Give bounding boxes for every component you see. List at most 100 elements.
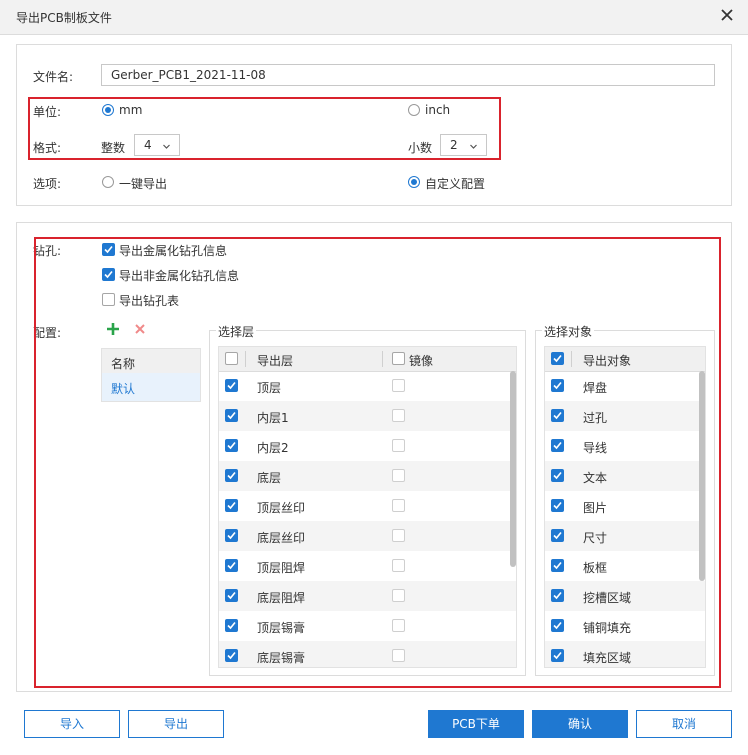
mirror-checkbox[interactable] <box>392 409 405 422</box>
select-all-objects-checkbox[interactable] <box>551 352 564 365</box>
close-icon[interactable] <box>718 6 736 24</box>
layer-checkbox[interactable] <box>225 559 238 572</box>
layer-group-legend: 选择层 <box>216 323 257 340</box>
oneclick-radio[interactable] <box>102 176 114 188</box>
layer-row[interactable]: 顶层 <box>219 371 516 401</box>
mirror-checkbox[interactable] <box>392 529 405 542</box>
object-row[interactable]: 导线 <box>545 431 705 461</box>
mirror-checkbox[interactable] <box>392 379 405 392</box>
layer-row[interactable]: 底层阻焊 <box>219 581 516 611</box>
mirror-checkbox[interactable] <box>392 619 405 632</box>
object-checkbox[interactable] <box>551 649 564 662</box>
layer-table: 导出层 镜像 顶层 内层1 内层2 底层 顶层丝印 底层丝印 顶层阻焊 底层阻焊 顶层锡膏 底层锡… <box>218 346 517 668</box>
object-row[interactable]: 图片 <box>545 491 705 521</box>
drill-option[interactable]: 导出非金属化钻孔信息 <box>101 267 401 285</box>
add-icon[interactable] <box>106 322 120 336</box>
object-row[interactable]: 填充区域 <box>545 641 705 667</box>
delete-icon[interactable] <box>134 323 146 335</box>
header-divider <box>571 351 572 367</box>
layer-name: 顶层锡膏 <box>257 621 306 635</box>
object-checkbox[interactable] <box>551 529 564 542</box>
unit-label: 单位: <box>33 105 62 119</box>
object-checkbox[interactable] <box>551 379 564 392</box>
layer-row[interactable]: 顶层丝印 <box>219 491 516 521</box>
object-row[interactable]: 铺铜填充 <box>545 611 705 641</box>
unit-inch-radio[interactable] <box>408 104 420 116</box>
integer-select[interactable]: 4 <box>134 134 180 156</box>
cancel-button[interactable]: 取消 <box>636 710 732 738</box>
config-item-label: 默认 <box>111 382 136 396</box>
select-all-layers-checkbox[interactable] <box>225 352 238 365</box>
object-row[interactable]: 焊盘 <box>545 371 705 401</box>
object-checkbox[interactable] <box>551 589 564 602</box>
drill-option[interactable]: 导出钻孔表 <box>101 292 401 310</box>
drill-option-checkbox[interactable] <box>102 268 115 281</box>
object-name: 焊盘 <box>583 381 608 395</box>
mirror-checkbox[interactable] <box>392 469 405 482</box>
layer-checkbox[interactable] <box>225 379 238 392</box>
unit-mm-radio[interactable] <box>102 104 114 116</box>
layer-row[interactable]: 内层1 <box>219 401 516 431</box>
object-name: 板框 <box>583 561 608 575</box>
layer-row[interactable]: 底层 <box>219 461 516 491</box>
mirror-checkbox[interactable] <box>392 649 405 662</box>
layer-checkbox[interactable] <box>225 439 238 452</box>
object-column-header: 导出对象 <box>583 354 632 368</box>
integer-label: 整数 <box>101 141 126 155</box>
integer-value: 4 <box>144 138 152 152</box>
object-checkbox[interactable] <box>551 619 564 632</box>
mirror-checkbox[interactable] <box>392 589 405 602</box>
object-row[interactable]: 板框 <box>545 551 705 581</box>
layer-checkbox[interactable] <box>225 469 238 482</box>
layer-name: 底层锡膏 <box>257 651 306 665</box>
mirror-checkbox[interactable] <box>392 499 405 512</box>
export-button[interactable]: 导出 <box>128 710 224 738</box>
layer-checkbox[interactable] <box>225 409 238 422</box>
object-checkbox[interactable] <box>551 469 564 482</box>
layer-row[interactable]: 底层锡膏 <box>219 641 516 667</box>
layer-checkbox[interactable] <box>225 529 238 542</box>
object-checkbox[interactable] <box>551 409 564 422</box>
object-checkbox[interactable] <box>551 439 564 452</box>
drill-label: 钻孔: <box>33 244 62 258</box>
format-label: 格式: <box>33 141 62 155</box>
mirror-checkbox[interactable] <box>392 439 405 452</box>
object-row[interactable]: 挖槽区域 <box>545 581 705 611</box>
layer-row[interactable]: 顶层阻焊 <box>219 551 516 581</box>
custom-config-radio[interactable] <box>408 176 420 188</box>
mirror-checkbox[interactable] <box>392 559 405 572</box>
object-name: 尺寸 <box>583 531 608 545</box>
drill-option-checkbox[interactable] <box>102 243 115 256</box>
layer-checkbox[interactable] <box>225 499 238 512</box>
unit-inch-label: inch <box>425 103 451 117</box>
layer-checkbox[interactable] <box>225 649 238 662</box>
object-checkbox[interactable] <box>551 559 564 572</box>
object-checkbox[interactable] <box>551 499 564 512</box>
layer-checkbox[interactable] <box>225 619 238 632</box>
layer-checkbox[interactable] <box>225 589 238 602</box>
layer-row[interactable]: 顶层锡膏 <box>219 611 516 641</box>
filename-input[interactable] <box>101 64 715 86</box>
layer-row[interactable]: 底层丝印 <box>219 521 516 551</box>
object-table: 导出对象 焊盘过孔 导线 文本 图片尺寸板框挖槽区域 铺铜填充 填充区域 <box>544 346 706 668</box>
config-list-header-label: 名称 <box>111 357 136 371</box>
chevron-down-icon <box>162 140 171 149</box>
layer-row[interactable]: 内层2 <box>219 431 516 461</box>
drill-option-checkbox[interactable] <box>102 293 115 306</box>
object-scrollbar[interactable] <box>699 371 705 581</box>
pcb-order-button[interactable]: PCB下单 <box>428 710 524 738</box>
mirror-column-header: 镜像 <box>409 354 434 368</box>
drill-option[interactable]: 导出金属化钻孔信息 <box>101 242 401 260</box>
object-row[interactable]: 尺寸 <box>545 521 705 551</box>
unit-mm-label: mm <box>119 103 143 117</box>
decimal-select[interactable]: 2 <box>440 134 487 156</box>
drill-option-label: 导出钻孔表 <box>119 294 180 308</box>
import-button[interactable]: 导入 <box>24 710 120 738</box>
object-row[interactable]: 文本 <box>545 461 705 491</box>
layer-scrollbar[interactable] <box>510 371 516 567</box>
object-row[interactable]: 过孔 <box>545 401 705 431</box>
confirm-button[interactable]: 确认 <box>532 710 628 738</box>
mirror-all-checkbox[interactable] <box>392 352 405 365</box>
layer-name: 顶层丝印 <box>257 501 306 515</box>
filename-label: 文件名: <box>33 70 74 84</box>
